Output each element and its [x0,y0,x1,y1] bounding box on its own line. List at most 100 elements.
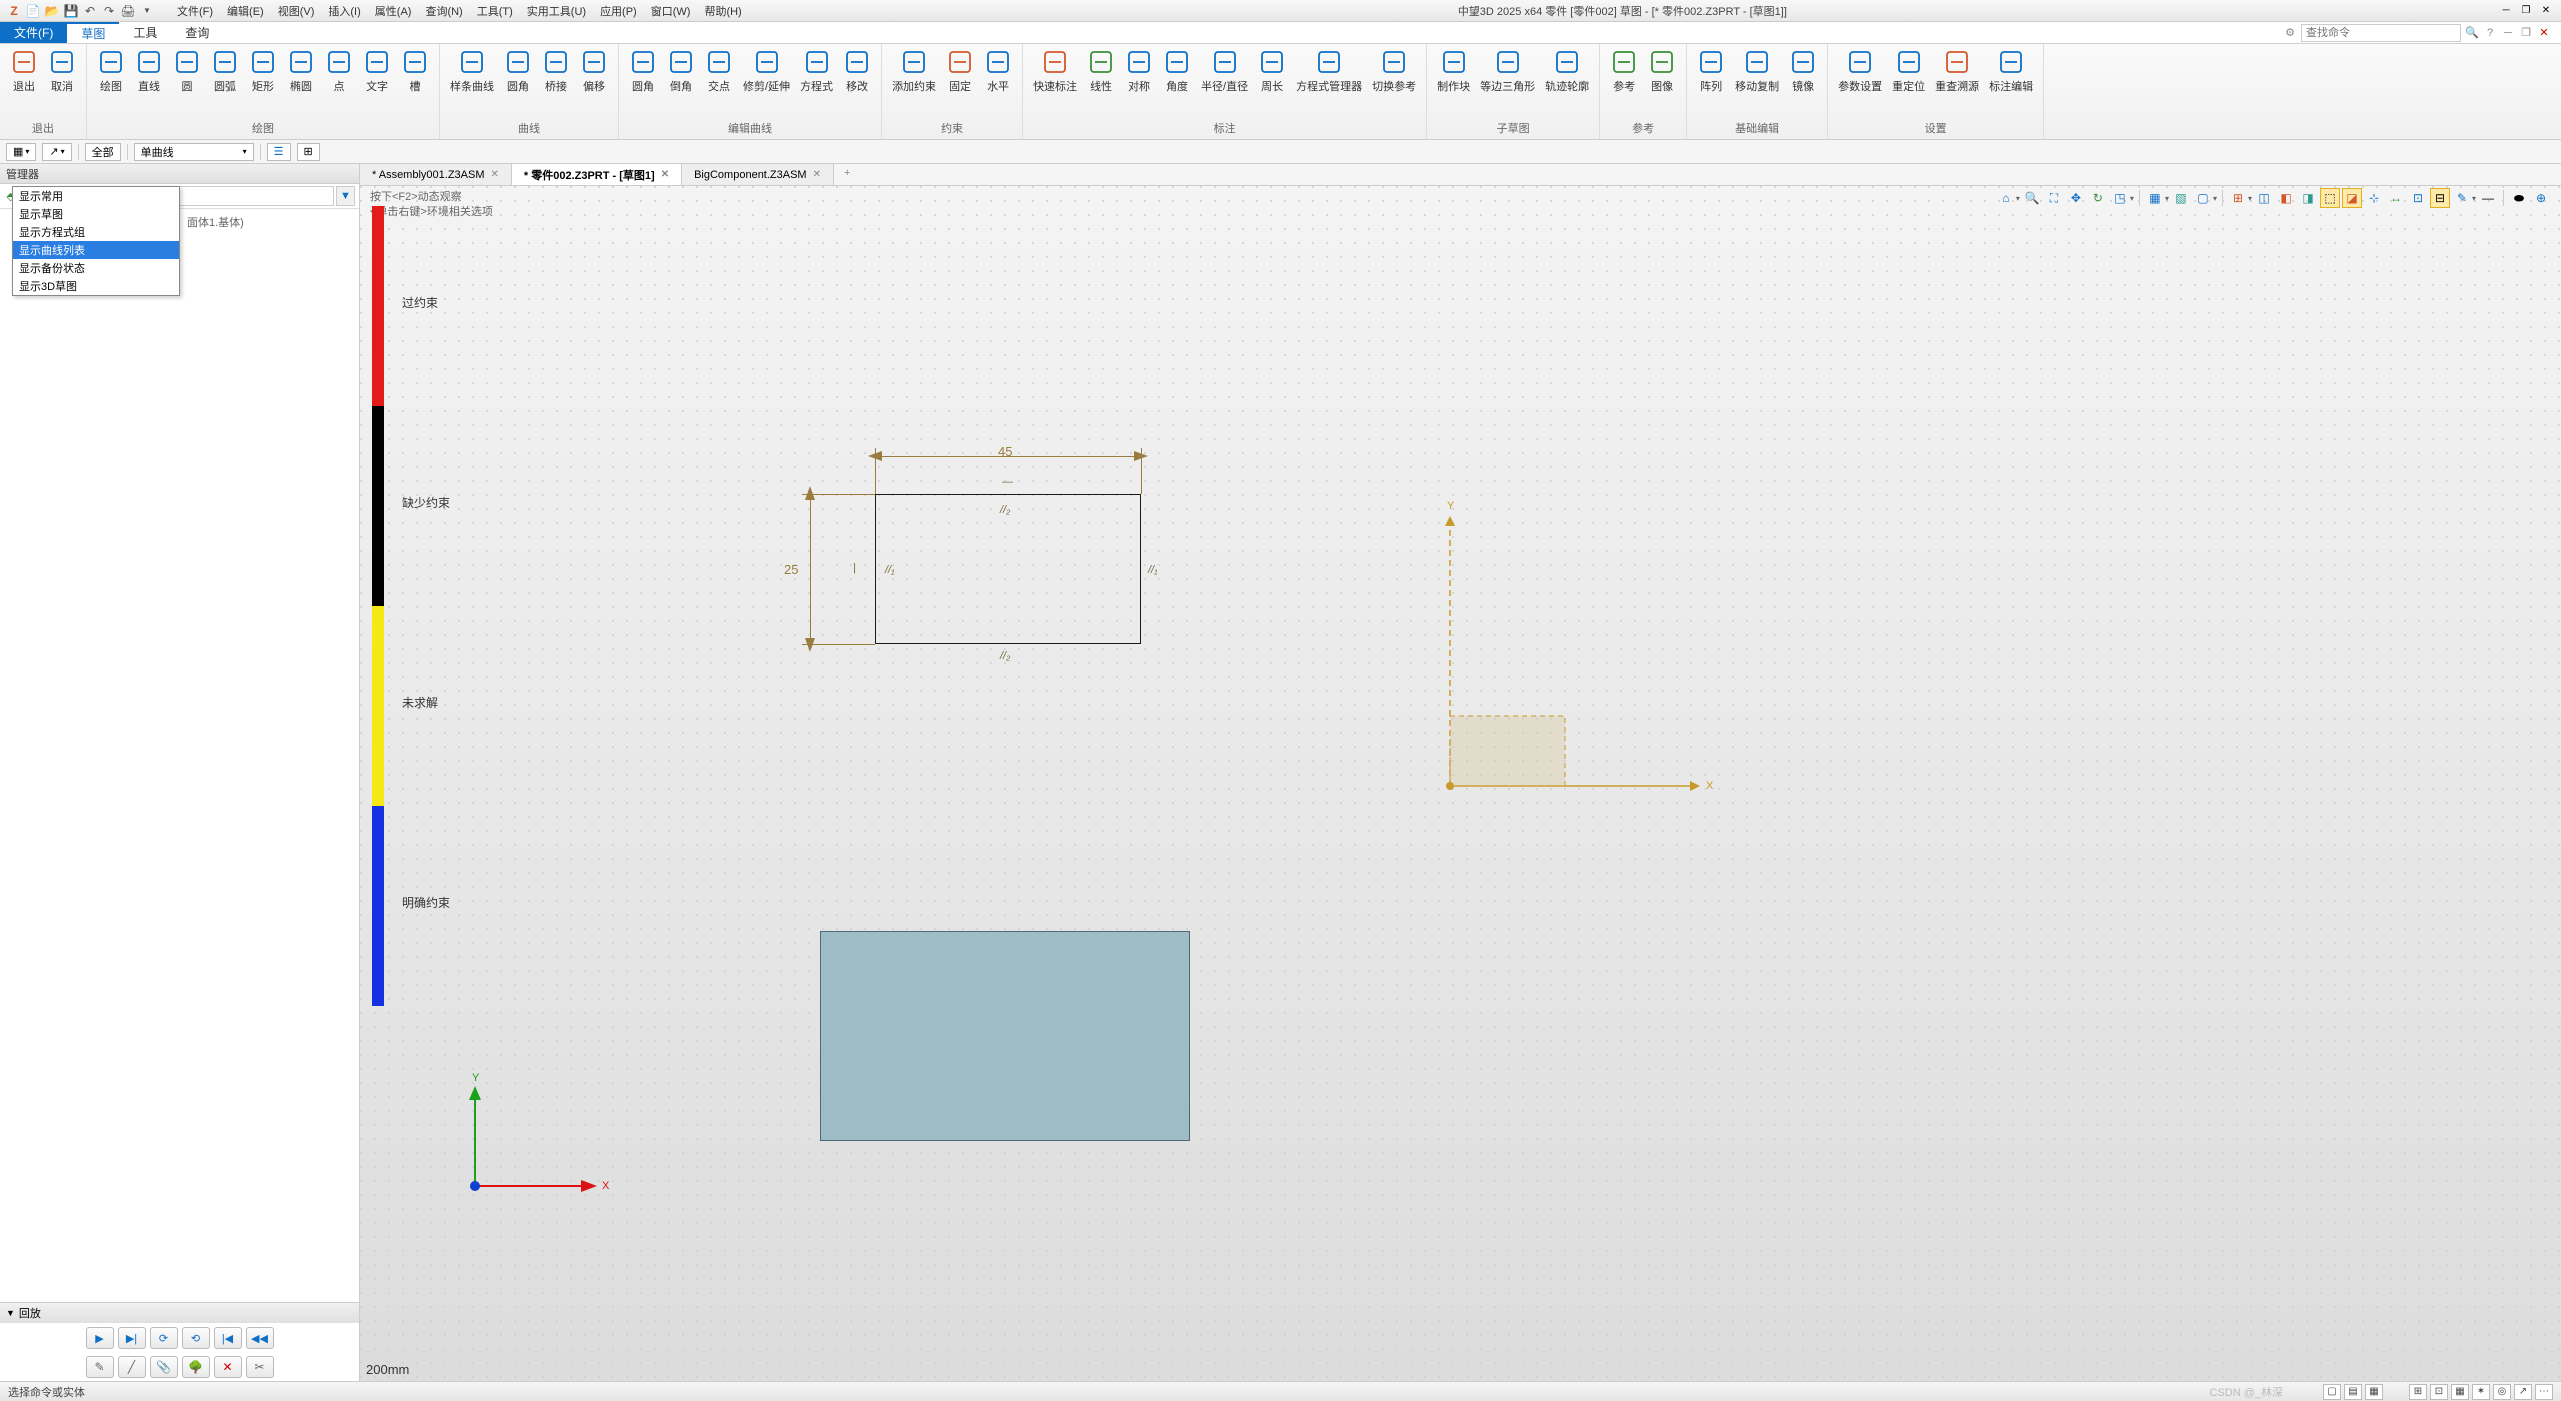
undo-icon[interactable]: ↶ [82,3,98,19]
inner-max-icon[interactable]: ❐ [2519,26,2533,40]
minimize-icon[interactable]: ─ [2497,4,2515,18]
dropdown-item[interactable]: 显示常用 [13,187,179,205]
menu-edit[interactable]: 编辑(E) [221,1,270,21]
curve-filter-select[interactable]: 单曲线▾ [134,143,254,161]
constraint-p1-right[interactable]: //₁ [1148,564,1158,576]
open-icon[interactable]: 📂 [44,3,60,19]
restore-icon[interactable]: ❐ [2517,4,2535,18]
constraint-vert[interactable]: | [853,562,856,574]
vt-drop[interactable]: ▾ [2213,194,2217,203]
sb-ortho-icon[interactable]: ⊞ [2409,1384,2427,1400]
help-icon[interactable]: ? [2483,26,2497,40]
ribbon-tab-file[interactable]: 文件(F) [0,22,67,43]
vt-plane-icon[interactable]: ◨ [2298,188,2318,208]
edit-tool-line-icon[interactable]: ╱ [118,1356,146,1378]
ribbon-button[interactable]: 移动复制 [1731,46,1783,118]
sb-more-icon[interactable]: ⋯ [2535,1384,2553,1400]
qa-dropdown-icon[interactable]: ▼ [139,3,155,19]
menu-attr[interactable]: 属性(A) [369,1,418,21]
ribbon-button[interactable]: 取消 [44,46,80,118]
vt-csys-icon[interactable]: ⊹ [2364,188,2384,208]
menu-file[interactable]: 文件(F) [171,1,219,21]
vt-drop[interactable]: ▾ [2248,194,2252,203]
ribbon-button[interactable]: 重查溯源 [1931,46,1983,118]
vt-active2-icon[interactable]: ◪ [2342,188,2362,208]
play-end-fwd-icon[interactable]: ◀◀ [246,1327,274,1349]
vt-pan-icon[interactable]: ✥ [2066,188,2086,208]
menu-query[interactable]: 查询(N) [419,1,468,21]
document-tab[interactable]: * 零件002.Z3PRT - [草图1]✕ [512,164,682,185]
ribbon-tab-query[interactable]: 查询 [171,22,223,43]
vt-dim-icon[interactable]: ↔ [2386,188,2406,208]
save-icon[interactable]: 💾 [63,3,79,19]
menu-window[interactable]: 窗口(W) [645,1,697,21]
ribbon-button[interactable]: 对称 [1121,46,1157,118]
ribbon-button[interactable]: 重定位 [1888,46,1929,118]
ribbon-button[interactable]: 圆角 [625,46,661,118]
dropdown-item[interactable]: 显示备份状态 [13,259,179,277]
vt-ref-icon[interactable]: ⊡ [2408,188,2428,208]
ribbon-button[interactable]: 角度 [1159,46,1195,118]
pick-mode-icon[interactable]: ↗▾ [42,143,71,161]
vt-target-icon[interactable]: ⊕ [2531,188,2551,208]
vt-orient-icon[interactable]: ◳ [2110,188,2130,208]
layer-filter-icon[interactable]: ▦▾ [6,143,36,161]
play-fwd-icon[interactable]: ⟲ [182,1327,210,1349]
dropdown-item[interactable]: 显示方程式组 [13,223,179,241]
inner-min-icon[interactable]: ─ [2501,26,2515,40]
ribbon-button[interactable]: 水平 [980,46,1016,118]
dropdown-item[interactable]: 显示3D草图 [13,277,179,295]
dropdown-item[interactable]: 显示草图 [13,205,179,223]
ribbon-button[interactable]: 半径/直径 [1197,46,1252,118]
ribbon-button[interactable]: 周长 [1254,46,1290,118]
new-icon[interactable]: 📄 [25,3,41,19]
tree-filter-icon[interactable]: ▼ [336,186,355,206]
ribbon-button[interactable]: 制作块 [1433,46,1474,118]
redo-icon[interactable]: ↷ [101,3,117,19]
ribbon-button[interactable]: 倒角 [663,46,699,118]
gear-icon[interactable]: ⚙ [2283,26,2297,40]
doc-tab-close-icon[interactable]: ✕ [813,169,821,180]
inner-close-icon[interactable]: ✕ [2537,26,2551,40]
vt-drop[interactable]: ▾ [2130,194,2134,203]
ribbon-button[interactable]: 绘图 [93,46,129,118]
ribbon-button[interactable]: 圆角 [500,46,536,118]
ribbon-button[interactable]: 切换参考 [1368,46,1420,118]
vt-shade2-icon[interactable]: ▧ [2171,188,2191,208]
dim-height-line[interactable] [810,494,811,644]
play-step-back-icon[interactable]: ▶| [118,1327,146,1349]
dim-width-value[interactable]: 45 [998,444,1012,459]
app-icon[interactable]: Z [6,3,22,19]
ribbon-button[interactable]: 交点 [701,46,737,118]
vt-drop[interactable]: ▾ [2165,194,2169,203]
preview-rectangle[interactable] [820,931,1190,1141]
vt-zoom-icon[interactable]: 🔍 [2022,188,2042,208]
dropdown-item[interactable]: 显示曲线列表 [13,241,179,259]
ribbon-button[interactable]: 文字 [359,46,395,118]
vt-active1-icon[interactable]: ⬚ [2320,188,2340,208]
ribbon-button[interactable]: 快速标注 [1029,46,1081,118]
doc-tab-close-icon[interactable]: ✕ [491,169,499,180]
edit-tool-clip-icon[interactable]: 📎 [150,1356,178,1378]
document-tab[interactable]: BigComponent.Z3ASM✕ [682,164,834,185]
ribbon-button[interactable]: 图像 [1644,46,1680,118]
vt-line-icon[interactable]: — [2478,188,2498,208]
ribbon-button[interactable]: 线性 [1083,46,1119,118]
ribbon-button[interactable]: 方程式管理器 [1292,46,1366,118]
ribbon-button[interactable]: 固定 [942,46,978,118]
ribbon-button[interactable]: 标注编辑 [1985,46,2037,118]
ribbon-button[interactable]: 移改 [839,46,875,118]
sb-polar-icon[interactable]: ✶ [2472,1384,2490,1400]
sb-layout1-icon[interactable]: ▢ [2323,1384,2341,1400]
combo-icon-2[interactable]: ⊞ [297,143,320,161]
ribbon-button[interactable]: 直线 [131,46,167,118]
ribbon-button[interactable]: 方程式 [796,46,837,118]
vt-ellipse-icon[interactable]: ⬬ [2509,188,2529,208]
ribbon-tab-tools[interactable]: 工具 [119,22,171,43]
doc-tab-add[interactable]: + [834,164,860,185]
sb-track-icon[interactable]: ↗ [2514,1384,2532,1400]
sketch-rectangle[interactable] [875,494,1141,644]
sketch-canvas[interactable]: 按下<F2>动态观察 <单击右键>环境相关选项 ⌂▾ 🔍 ⛶ ✥ ↻ ◳▾ ▦▾… [360,186,2561,1381]
ribbon-button[interactable]: 圆弧 [207,46,243,118]
sb-snap-icon[interactable]: ⊡ [2430,1384,2448,1400]
